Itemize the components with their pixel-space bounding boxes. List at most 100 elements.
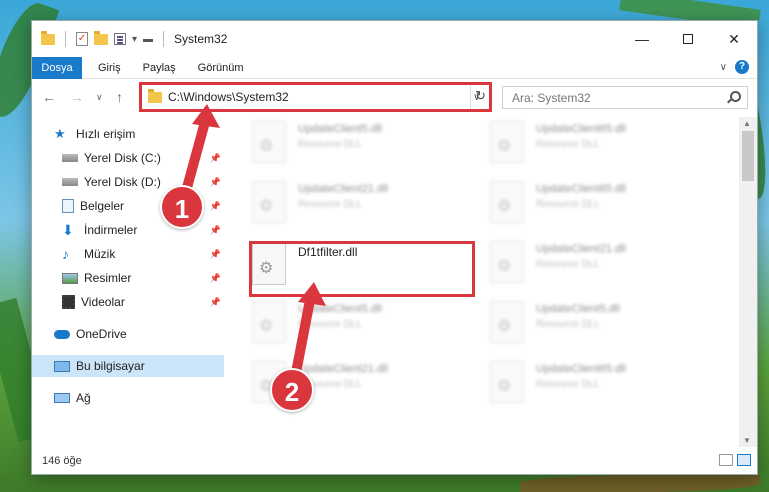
file-name: UpdateClient21.dll [298, 363, 388, 375]
back-arrow-icon[interactable]: ← [42, 89, 56, 105]
scrollbar-thumb[interactable] [742, 131, 754, 181]
sidebar-item-label: Hızlı erişim [76, 127, 136, 141]
file-type: Resource DLL [536, 199, 600, 210]
dll-file-icon [490, 361, 524, 403]
sidebar-item-label: Yerel Disk (C:) [84, 151, 161, 165]
file-item[interactable]: UpdateClient65.dll Resource DLL [490, 121, 700, 169]
pin-icon[interactable]: 📌 [210, 225, 221, 236]
file-item[interactable]: UpdateClient5.dll Resource DLL [490, 301, 700, 349]
step-badge-2: 2 [270, 368, 314, 412]
file-type: Resource DLL [298, 319, 362, 330]
recent-locations-icon[interactable]: ∨ [96, 92, 103, 103]
vertical-scrollbar[interactable]: ▲ ▼ [739, 117, 757, 447]
dll-file-icon [490, 301, 524, 343]
file-name: UpdateClient21.dll [536, 243, 626, 255]
status-bar: 146 öğe [32, 448, 757, 474]
item-count: 146 öğe [42, 455, 82, 467]
dll-file-icon [490, 181, 524, 223]
maximize-button[interactable] [665, 21, 711, 57]
file-name: UpdateClient21.dll [298, 183, 388, 195]
file-type: Resource DLL [536, 139, 600, 150]
properties-check-icon[interactable]: ✓ [76, 32, 88, 46]
scroll-up-icon[interactable]: ▲ [743, 119, 751, 128]
sidebar-item-onedrive[interactable]: OneDrive [32, 323, 224, 345]
file-type: Resource DLL [298, 199, 362, 210]
search-input[interactable]: Ara: System32 [502, 86, 748, 109]
sidebar-item-videos[interactable]: Videolar 📌 [32, 291, 224, 313]
pin-icon[interactable]: 📌 [210, 201, 221, 212]
quick-access-toolbar: ✓ ▾ ▬ System32 [32, 30, 228, 47]
pin-icon[interactable]: 📌 [210, 249, 221, 260]
up-arrow-icon[interactable]: ↑ [116, 89, 123, 105]
step-badge-1: 1 [160, 185, 204, 229]
search-placeholder: Ara: System32 [512, 90, 591, 105]
file-item[interactable]: UpdateClient5.dll Resource DLL [252, 301, 462, 349]
sidebar-item-network[interactable]: Ağ [32, 387, 224, 409]
window-title: System32 [174, 32, 228, 46]
file-name: UpdateClient5.dll [298, 123, 382, 135]
sidebar-item-label: Bu bilgisayar [76, 359, 145, 373]
navigation-bar: ← → ∨ ↑ C:\Windows\System32 ∨ ↻ Ara: Sys… [32, 81, 757, 113]
scroll-down-icon[interactable]: ▼ [743, 436, 751, 445]
sidebar-item-quick-access[interactable]: ★ Hızlı erişim [32, 123, 224, 145]
sidebar-item-this-pc[interactable]: Bu bilgisayar [32, 355, 224, 377]
details-view-icon[interactable] [719, 454, 733, 466]
drive-icon [62, 154, 78, 162]
new-folder-icon[interactable] [94, 30, 108, 45]
file-name: UpdateClient65.dll [536, 183, 626, 195]
download-icon: ⬇ [62, 222, 74, 238]
close-button[interactable]: ✕ [711, 21, 757, 57]
dll-file-icon [252, 121, 286, 163]
folder-icon [41, 30, 55, 45]
file-item[interactable]: UpdateClient21.dll Resource DLL [490, 241, 700, 289]
picture-icon [62, 272, 78, 284]
file-item[interactable]: UpdateClient65.dll Resource DLL [490, 361, 700, 409]
sidebar-item-label: Belgeler [80, 199, 125, 213]
sidebar-item-music[interactable]: ♪ Müzik 📌 [32, 243, 224, 265]
pin-icon[interactable]: 📌 [210, 297, 221, 308]
tab-paylas[interactable]: Paylaş [132, 57, 187, 79]
network-icon [54, 393, 70, 403]
large-icons-view-icon[interactable] [737, 454, 751, 466]
pin-icon[interactable]: 📌 [210, 273, 221, 284]
view-switcher [719, 454, 751, 466]
star-icon: ★ [54, 126, 66, 141]
expand-ribbon-icon[interactable]: ∨ [720, 62, 727, 73]
minimize-icon: — [635, 31, 649, 47]
file-name: UpdateClient65.dll [536, 363, 626, 375]
customize-toolbar-icon[interactable]: ▬ [143, 34, 153, 45]
minimize-button[interactable]: — [619, 21, 665, 57]
dll-file-icon [490, 121, 524, 163]
dll-file-icon [252, 181, 286, 223]
pin-icon[interactable]: 📌 [210, 153, 221, 164]
file-name: UpdateClient65.dll [536, 123, 626, 135]
window-controls: — ✕ [619, 21, 757, 57]
drive-icon [62, 178, 78, 186]
file-type: Resource DLL [536, 379, 600, 390]
properties-icon[interactable] [114, 33, 126, 45]
tab-giris[interactable]: Giriş [82, 57, 132, 79]
help-icon[interactable]: ? [735, 60, 749, 74]
highlight-box-address [139, 82, 492, 112]
forward-arrow-icon[interactable]: → [70, 89, 84, 105]
title-bar: ✓ ▾ ▬ System32 — ✕ [32, 21, 757, 57]
file-name: UpdateClient5.dll [298, 303, 382, 315]
ribbon-right: ∨ ? [720, 60, 749, 74]
tab-dosya[interactable]: Dosya [32, 56, 82, 79]
file-item[interactable]: UpdateClient5.dll Resource DLL [252, 121, 462, 169]
highlight-box-file [249, 241, 475, 297]
music-icon: ♪ [62, 246, 69, 262]
search-icon[interactable] [730, 91, 741, 102]
ribbon-tabs: Dosya Giriş Paylaş Görünüm ∨ ? [32, 56, 757, 79]
file-item[interactable]: UpdateClient65.dll Resource DLL [490, 181, 700, 229]
chevron-down-icon[interactable]: ▾ [132, 34, 137, 45]
sidebar-item-local-disk-c[interactable]: Yerel Disk (C:) 📌 [32, 147, 224, 169]
tab-gorunum[interactable]: Görünüm [187, 57, 255, 79]
file-type: Resource DLL [298, 139, 362, 150]
pin-icon[interactable]: 📌 [210, 177, 221, 188]
sidebar-item-pictures[interactable]: Resimler 📌 [32, 267, 224, 289]
file-name: UpdateClient5.dll [536, 303, 620, 315]
file-item[interactable]: UpdateClient21.dll Resource DLL [252, 181, 462, 229]
sidebar-item-label: OneDrive [76, 327, 127, 341]
sidebar-item-label: Resimler [84, 271, 132, 285]
